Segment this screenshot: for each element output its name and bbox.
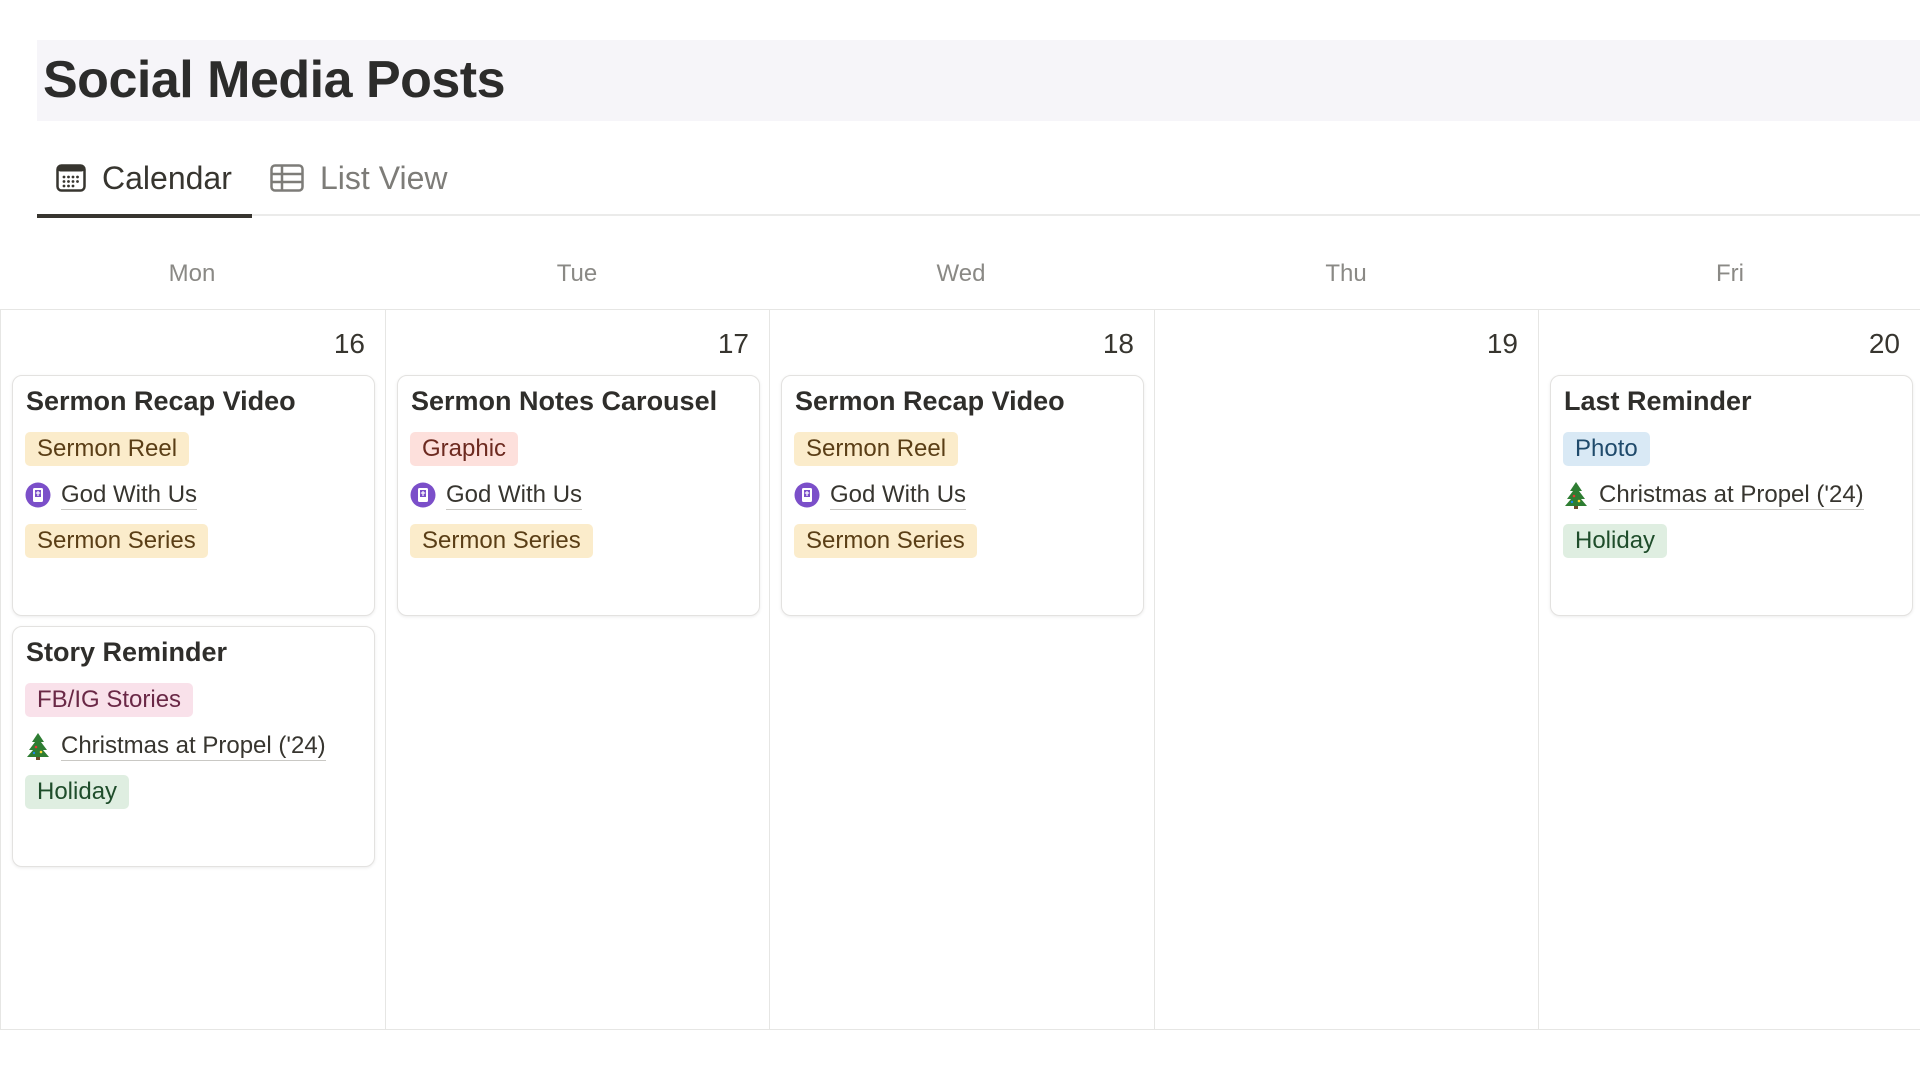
series-relation[interactable]: God With Us — [25, 478, 198, 512]
series-relation[interactable]: God With Us — [794, 478, 967, 512]
post-title: Sermon Notes Carousel — [411, 386, 718, 416]
post-type-tag: Photo — [1563, 432, 1650, 466]
post-card[interactable]: Sermon Recap Video Sermon Reel God With … — [781, 375, 1144, 616]
weekday-tue: Tue — [556, 260, 598, 287]
date-number: 17 — [717, 328, 749, 359]
day-cell-tue[interactable]: 17 Sermon Notes Carousel Graphic God Wit… — [385, 310, 769, 1030]
table-icon — [270, 164, 304, 192]
christmas-tree-icon — [25, 733, 51, 760]
date-number: 19 — [1486, 328, 1518, 359]
weekday-wed: Wed — [936, 260, 986, 287]
day-cell-wed[interactable]: 18 Sermon Recap Video Sermon Reel God Wi… — [769, 310, 1154, 1030]
book-icon — [410, 482, 436, 508]
relation-label: God With Us — [61, 480, 198, 510]
weekday-header-row: Mon Tue Wed Thu Fri — [0, 260, 1920, 310]
category-tag: Sermon Series — [25, 524, 208, 558]
weekday-thu: Thu — [1325, 260, 1367, 287]
category-tag: Sermon Series — [410, 524, 593, 558]
book-icon — [25, 482, 51, 508]
relation-label: God With Us — [830, 480, 967, 510]
date-number: 20 — [1868, 328, 1900, 359]
post-type-tag: Sermon Reel — [25, 432, 190, 466]
post-title: Sermon Recap Video — [26, 386, 296, 416]
post-title: Story Reminder — [26, 637, 228, 667]
post-title: Last Reminder — [1564, 386, 1752, 416]
book-icon — [794, 482, 820, 508]
weekday-fri: Fri — [1716, 260, 1744, 287]
calendar-icon — [56, 164, 86, 192]
view-tabs: Calendar List View — [37, 140, 1920, 218]
post-type-tag: FB/IG Stories — [25, 683, 194, 717]
category-tag: Sermon Series — [794, 524, 977, 558]
page-header: Social Media Posts — [37, 40, 1920, 121]
christmas-tree-icon — [1563, 482, 1589, 509]
calendar-grid: 16 Sermon Recap Video Sermon Reel God Wi… — [0, 309, 1920, 1030]
relation-label: Christmas at Propel ('24) — [1599, 480, 1864, 510]
post-card[interactable]: Sermon Notes Carousel Graphic God With U… — [397, 375, 760, 616]
relation-label: God With Us — [446, 480, 583, 510]
tab-calendar[interactable]: Calendar — [37, 140, 252, 218]
post-card[interactable]: Story Reminder FB/IG Stories Christmas a… — [12, 626, 375, 867]
post-type-tag: Sermon Reel — [794, 432, 959, 466]
date-number: 18 — [1102, 328, 1134, 359]
post-card[interactable]: Sermon Recap Video Sermon Reel God With … — [12, 375, 375, 616]
series-relation[interactable]: Christmas at Propel ('24) — [25, 729, 326, 763]
day-cell-thu[interactable]: 19 — [1154, 310, 1538, 1030]
post-card[interactable]: Last Reminder Photo Christmas at Propel … — [1550, 375, 1913, 616]
day-cell-mon[interactable]: 16 Sermon Recap Video Sermon Reel God Wi… — [0, 310, 385, 1030]
series-relation[interactable]: God With Us — [410, 478, 583, 512]
category-tag: Holiday — [1563, 524, 1668, 558]
tab-list-view[interactable]: List View — [265, 140, 447, 216]
weekday-mon: Mon — [168, 260, 216, 287]
date-number: 16 — [333, 328, 365, 359]
relation-label: Christmas at Propel ('24) — [61, 731, 326, 761]
page-title[interactable]: Social Media Posts — [43, 50, 506, 110]
day-cell-fri[interactable]: 20 Last Reminder Photo Christmas at Prop… — [1538, 310, 1920, 1030]
series-relation[interactable]: Christmas at Propel ('24) — [1563, 478, 1864, 512]
post-type-tag: Graphic — [410, 432, 519, 466]
category-tag: Holiday — [25, 775, 130, 809]
tab-calendar-label: Calendar — [102, 159, 232, 196]
tab-list-view-label: List View — [320, 159, 448, 196]
post-title: Sermon Recap Video — [795, 386, 1065, 416]
